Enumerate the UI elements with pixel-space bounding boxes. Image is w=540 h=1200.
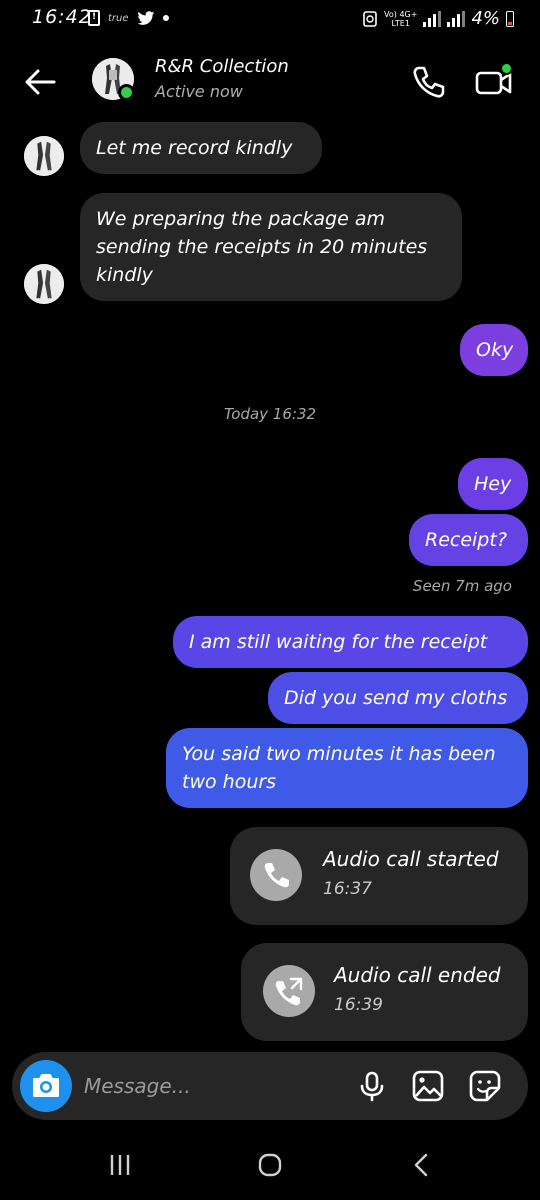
sticker-icon[interactable] <box>467 1068 503 1104</box>
arrow-left-icon[interactable] <box>20 62 60 102</box>
seen-indicator: Seen 7m ago <box>412 577 512 595</box>
status-system: Vo) 4G+ LTE1 4% <box>362 8 514 29</box>
message-outgoing[interactable]: Did you send my cloths <box>268 672 528 724</box>
call-time: 16:39 <box>334 995 383 1015</box>
gallery-icon[interactable] <box>410 1068 446 1104</box>
online-indicator <box>118 84 135 101</box>
chat-header: R&R Collection Active now <box>0 48 540 118</box>
carrier-tag: true <box>108 12 129 24</box>
message-outgoing[interactable]: You said two minutes it has been two hou… <box>166 728 528 808</box>
video-online-dot <box>500 62 513 75</box>
message-incoming[interactable]: We preparing the package am sending the … <box>80 193 462 301</box>
phone-icon <box>250 849 302 901</box>
microphone-icon[interactable] <box>354 1068 390 1104</box>
message-outgoing[interactable]: Receipt? <box>409 514 528 566</box>
battery-percent: 4% <box>471 8 500 29</box>
message-composer <box>12 1052 528 1120</box>
alarm-icon <box>363 10 377 27</box>
notification-dot <box>162 15 169 21</box>
status-time: 16:42 <box>32 6 92 28</box>
message-input[interactable] <box>84 1068 334 1104</box>
call-time: 16:37 <box>323 879 372 899</box>
camera-icon <box>33 1074 59 1097</box>
call-card-ended[interactable]: Audio call ended 16:39 <box>241 943 528 1041</box>
recent-apps-icon[interactable] <box>100 1150 140 1180</box>
message-avatar[interactable] <box>24 136 64 176</box>
phone-outgoing-icon <box>263 965 315 1017</box>
network-label: Vo) 4G+ LTE1 <box>384 9 418 28</box>
chat-timestamp: Today 16:32 <box>223 405 317 423</box>
back-nav-icon[interactable] <box>402 1150 442 1180</box>
battery-icon <box>506 10 514 27</box>
twitter-icon <box>136 10 154 25</box>
call-title: Audio call ended <box>334 963 501 987</box>
message-outgoing[interactable]: Oky <box>460 324 528 376</box>
phone-icon[interactable] <box>408 62 448 102</box>
message-incoming[interactable]: Let me record kindly <box>80 122 322 174</box>
status-bar: 16:42 ! true Vo) 4G+ LTE1 4% <box>0 0 540 40</box>
signal-icon-2 <box>447 10 466 27</box>
status-notifications: ! true <box>88 10 169 26</box>
signal-icon <box>423 10 442 27</box>
home-icon[interactable] <box>250 1150 290 1180</box>
avatar-image <box>24 136 64 176</box>
call-card-started[interactable]: Audio call started 16:37 <box>230 827 528 925</box>
avatar-image <box>24 264 64 304</box>
contact-status: Active now <box>155 82 243 101</box>
call-title: Audio call started <box>323 847 499 871</box>
system-nav-bar <box>0 1130 540 1200</box>
camera-button[interactable] <box>20 1060 72 1112</box>
alert-icon: ! <box>88 10 100 26</box>
contact-name[interactable]: R&R Collection <box>155 56 289 77</box>
message-avatar[interactable] <box>24 264 64 304</box>
message-outgoing[interactable]: Hey <box>458 458 528 510</box>
message-outgoing[interactable]: I am still waiting for the receipt <box>173 616 528 668</box>
